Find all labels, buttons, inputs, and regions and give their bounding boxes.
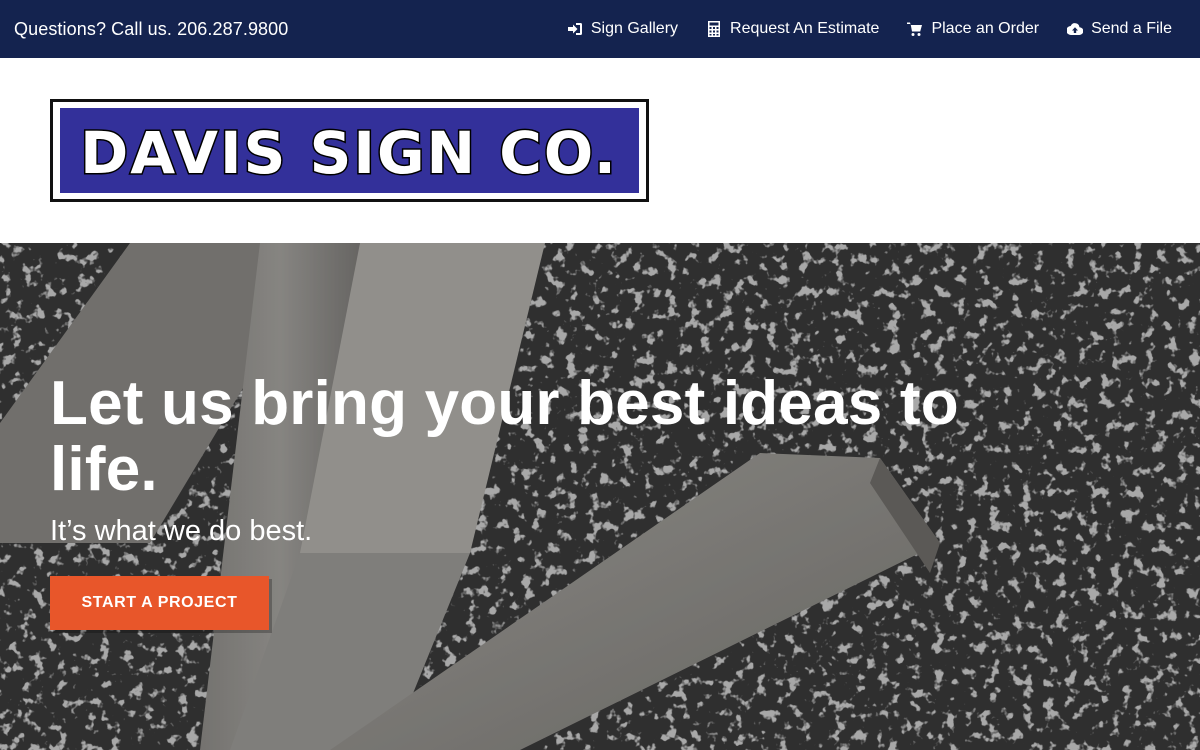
hero-section: Let us bring your best ideas to life. It…: [0, 243, 1200, 750]
nav-request-estimate-label: Request An Estimate: [730, 20, 880, 37]
nav-request-estimate-link[interactable]: Request An Estimate: [706, 20, 879, 38]
logo-text: DAVIS SIGN CO.: [80, 119, 618, 187]
hero-content: Let us bring your best ideas to life. It…: [50, 371, 1050, 630]
hero-subtitle: It’s what we do best.: [50, 515, 313, 547]
nav-place-order-link[interactable]: Place an Order: [907, 20, 1039, 38]
logo-wordmark: DAVIS SIGN CO.: [79, 117, 618, 188]
start-project-button[interactable]: START A PROJECT: [50, 576, 269, 630]
hero-headline: Let us bring your best ideas to life.: [50, 369, 959, 504]
nav-send-file-link[interactable]: Send a File: [1067, 20, 1172, 38]
site-header: DAVIS SIGN CO.: [0, 58, 1200, 243]
logo-plate: DAVIS SIGN CO.: [60, 108, 639, 193]
phone-contact-text: Questions? Call us. 206.287.9800: [14, 18, 289, 39]
site-logo[interactable]: DAVIS SIGN CO.: [50, 99, 649, 202]
nav-send-file-label: Send a File: [1091, 20, 1172, 37]
shopping-cart-icon: [907, 21, 923, 37]
top-bar: Questions? Call us. 206.287.9800 Sign Ga…: [0, 0, 1200, 58]
top-nav: Sign Gallery Request An Estimate Place a…: [567, 20, 1172, 38]
nav-sign-gallery-link[interactable]: Sign Gallery: [567, 20, 678, 38]
cloud-upload-icon: [1067, 21, 1084, 37]
sign-in-icon: [567, 21, 583, 37]
calculator-icon: [706, 21, 722, 37]
nav-place-order-label: Place an Order: [931, 20, 1040, 37]
nav-sign-gallery-label: Sign Gallery: [590, 20, 679, 37]
